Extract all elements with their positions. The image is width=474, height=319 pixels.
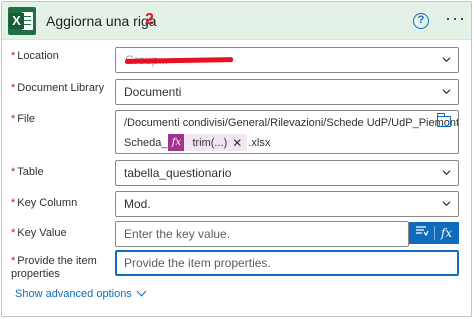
folder-icon[interactable] bbox=[437, 113, 451, 127]
dynamic-content-icon[interactable] bbox=[409, 222, 434, 244]
table-label: * Table bbox=[11, 166, 44, 178]
help-icon[interactable]: ? bbox=[413, 13, 429, 29]
file-suffix-text: .xlsx bbox=[248, 136, 271, 149]
item-properties-input[interactable]: Provide the item properties. bbox=[115, 250, 459, 276]
advanced-label: Show advanced options bbox=[15, 288, 132, 300]
token-label: trim(...) bbox=[192, 136, 228, 149]
file-input[interactable]: /Documenti condivisi/General/Rilevazioni… bbox=[115, 110, 459, 154]
location-dropdown[interactable]: Group... bbox=[115, 47, 459, 73]
document-library-label: * Document Library bbox=[11, 82, 105, 94]
action-title[interactable]: Aggiorna una riga bbox=[46, 13, 157, 29]
document-library-dropdown[interactable]: Documenti bbox=[115, 79, 459, 105]
file-label: * File bbox=[11, 113, 36, 125]
key-column-value: Mod. bbox=[124, 197, 151, 211]
table-value: tabella_questionario bbox=[124, 166, 232, 180]
show-advanced-options-link[interactable]: Show advanced options bbox=[15, 286, 147, 300]
document-library-value: Documenti bbox=[124, 85, 182, 99]
key-value-placeholder: Enter the key value. bbox=[124, 227, 231, 241]
chevron-down-icon bbox=[442, 201, 451, 207]
table-dropdown[interactable]: tabella_questionario bbox=[115, 160, 459, 186]
remove-token-icon[interactable]: ✕ bbox=[232, 136, 247, 150]
item-properties-label: * Provide the item properties bbox=[11, 255, 97, 280]
expression-icon[interactable]: fx bbox=[434, 222, 459, 244]
chevron-down-icon bbox=[136, 286, 147, 297]
redaction-mark bbox=[124, 57, 234, 64]
step-number-annotation: 2 bbox=[145, 11, 154, 28]
chevron-down-icon bbox=[442, 89, 451, 95]
chevron-down-icon bbox=[442, 57, 451, 63]
fx-icon: fx bbox=[168, 134, 185, 151]
file-path-text: /Documenti condivisi/General/Rilevazioni… bbox=[124, 117, 459, 129]
location-label: * Location bbox=[11, 50, 59, 62]
key-value-label: * Key Value bbox=[11, 227, 67, 239]
more-options-icon[interactable]: ··· bbox=[445, 8, 466, 29]
chevron-down-icon bbox=[442, 170, 451, 176]
dynamic-content-toolbar: fx bbox=[409, 222, 459, 244]
file-prefix-text: Scheda_ bbox=[124, 136, 168, 149]
excel-icon: X bbox=[8, 7, 36, 35]
item-properties-placeholder: Provide the item properties. bbox=[124, 256, 271, 270]
key-value-input[interactable]: Enter the key value. bbox=[115, 221, 409, 247]
expression-token[interactable]: fx trim(...) ✕ bbox=[168, 134, 248, 151]
key-column-dropdown[interactable]: Mod. bbox=[115, 191, 459, 217]
action-header[interactable]: X Aggiorna una riga 2 ? ··· bbox=[2, 2, 471, 40]
key-column-label: * Key Column bbox=[11, 197, 78, 209]
